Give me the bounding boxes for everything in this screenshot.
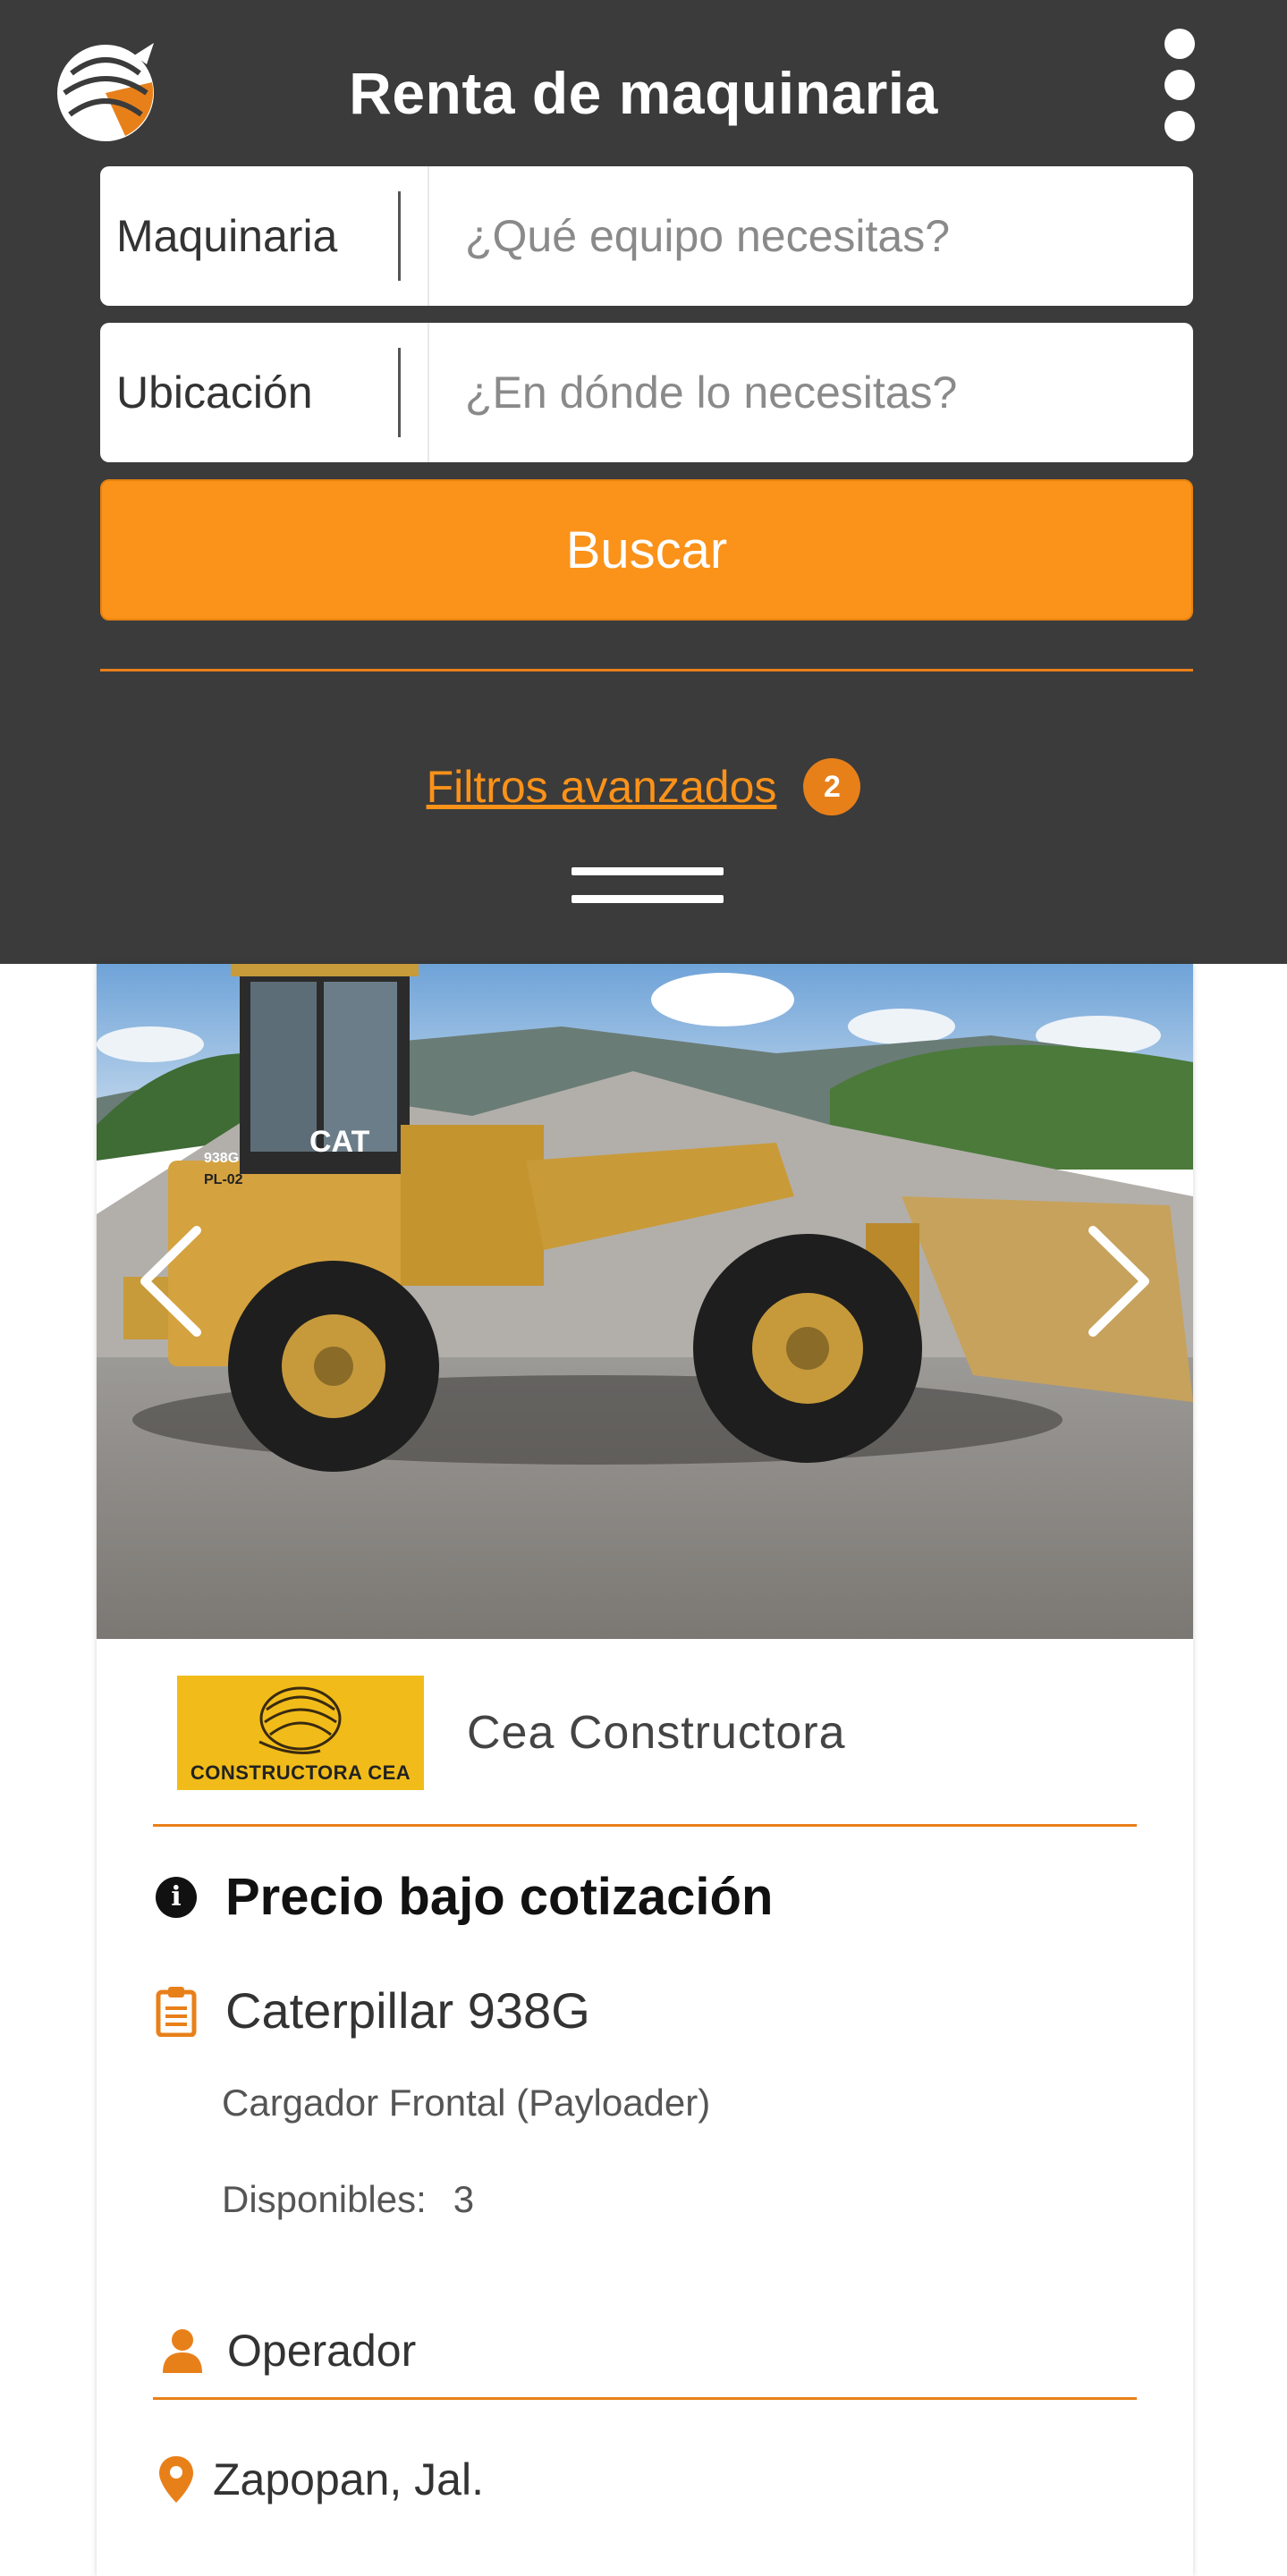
advanced-filters-link[interactable]: Filtros avanzados [427,761,777,813]
info-icon: i [156,1876,197,1918]
next-photo-chevron-icon[interactable] [1077,1223,1157,1339]
price-info: i Precio bajo cotización [156,1867,773,1927]
operator-info: Operador [161,2325,416,2377]
map-pin-icon [159,2456,193,2503]
page-title: Renta de maquinaria [349,60,938,126]
previous-photo-chevron-icon[interactable] [132,1223,213,1339]
search-header: Renta de maquinaria Maquinaria Ubicación… [0,0,1287,964]
company-info[interactable]: CONSTRUCTORA CEA Cea Constructora [177,1670,1071,1795]
machine-photo: CAT 938G PL-02 [97,964,1193,1639]
listing-card[interactable]: CAT 938G PL-02 CONSTRUCTORA CEA Cea Cons… [97,964,1193,2576]
collapse-header-handle[interactable] [572,867,724,907]
photo-unit-id: PL-02 [204,1172,243,1187]
company-name: Cea Constructora [467,1707,846,1759]
location-info: Zapopan, Jal. [157,2454,484,2505]
header-divider [100,669,1193,671]
kebab-menu-icon[interactable] [1161,29,1198,141]
photo-model-plate: 938G [204,1151,239,1166]
machinery-label: Maquinaria [100,166,429,306]
machine-model: Caterpillar 938G [225,1982,590,2039]
advanced-filters: Filtros avanzados 2 [0,758,1287,815]
model-info: Caterpillar 938G [156,1981,590,2040]
machinery-search-field: Maquinaria [100,166,1193,306]
person-icon [163,2329,202,2373]
operator-label: Operador [227,2326,417,2376]
location-label-text: Zapopan, Jal. [213,2454,484,2504]
availability: Disponibles: 3 [222,2178,474,2221]
clipboard-icon [156,1986,197,2037]
photo-brand-text: CAT [309,1125,370,1159]
filters-count-badge: 2 [803,758,861,815]
operator-divider [153,2397,1137,2400]
machine-category: Cargador Frontal (Payloader) [222,2082,711,2124]
machinery-input[interactable] [429,166,1193,306]
company-logo-text: CONSTRUCTORA CEA [190,1761,411,1784]
available-label: Disponibles: [222,2178,427,2220]
search-button[interactable]: Buscar [100,479,1193,621]
company-divider [153,1824,1137,1827]
company-logo: CONSTRUCTORA CEA [177,1676,424,1790]
company-logo-emblem-icon [258,1686,342,1754]
available-count: 3 [453,2178,475,2220]
location-input[interactable] [429,323,1193,462]
price-label: Precio bajo cotización [225,1868,774,1926]
location-search-field: Ubicación [100,323,1193,462]
location-label: Ubicación [100,323,429,462]
